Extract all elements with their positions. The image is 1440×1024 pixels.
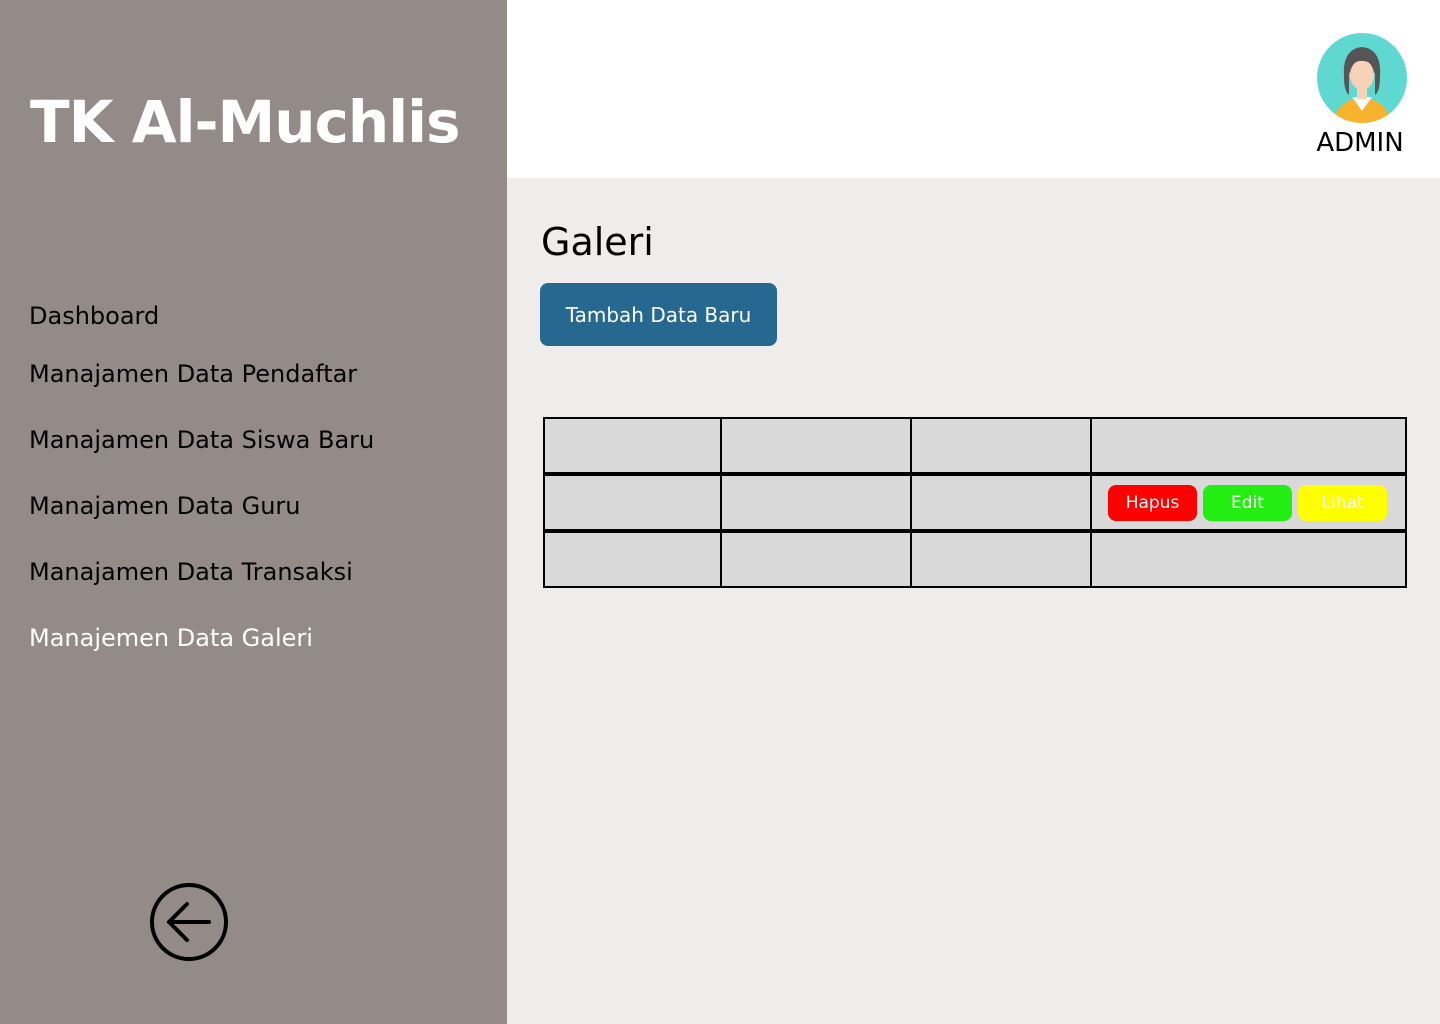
sidebar-item-dashboard[interactable]: Dashboard xyxy=(29,302,159,330)
table-cell xyxy=(910,417,1092,475)
top-header: ADMIN xyxy=(507,0,1440,178)
table-cell xyxy=(910,529,1092,588)
main-content: Galeri Tambah Data Baru Hapus Edit Lihat xyxy=(507,178,1440,1024)
female-avatar-icon xyxy=(1317,33,1407,123)
sidebar-item-pendaftar[interactable]: Manajamen Data Pendaftar xyxy=(29,360,357,388)
table-cell xyxy=(1090,417,1407,475)
table-cell xyxy=(720,417,912,475)
row-actions: Hapus Edit Lihat xyxy=(1092,484,1405,521)
brand-title: TK Al-Muchlis xyxy=(30,88,461,156)
table-cell xyxy=(1090,529,1407,588)
table-cell xyxy=(543,529,722,588)
user-role-label: ADMIN xyxy=(1316,128,1404,158)
table-cell xyxy=(543,472,722,532)
sidebar: TK Al-Muchlis Dashboard Manajamen Data P… xyxy=(0,0,507,1024)
actions-cell: Hapus Edit Lihat xyxy=(1090,472,1407,532)
edit-button[interactable]: Edit xyxy=(1203,484,1292,521)
table-cell xyxy=(720,529,912,588)
view-button[interactable]: Lihat xyxy=(1298,484,1387,521)
table-cell xyxy=(720,472,912,532)
page-title: Galeri xyxy=(541,220,654,264)
delete-button[interactable]: Hapus xyxy=(1108,484,1197,521)
sidebar-item-galeri[interactable]: Manajemen Data Galeri xyxy=(29,624,313,652)
table-row: Hapus Edit Lihat xyxy=(543,472,1407,532)
back-button[interactable] xyxy=(149,882,229,962)
arrow-left-circle-icon xyxy=(150,883,228,961)
add-new-data-button[interactable]: Tambah Data Baru xyxy=(540,283,777,346)
avatar[interactable] xyxy=(1317,33,1407,123)
table-row xyxy=(543,529,1407,588)
sidebar-item-guru[interactable]: Manajamen Data Guru xyxy=(29,492,301,520)
gallery-table: Hapus Edit Lihat xyxy=(543,417,1407,588)
sidebar-item-siswa-baru[interactable]: Manajamen Data Siswa Baru xyxy=(29,426,374,454)
table-cell xyxy=(543,417,722,475)
table-cell xyxy=(910,472,1092,532)
table-row xyxy=(543,417,1407,475)
sidebar-item-transaksi[interactable]: Manajamen Data Transaksi xyxy=(29,558,353,586)
